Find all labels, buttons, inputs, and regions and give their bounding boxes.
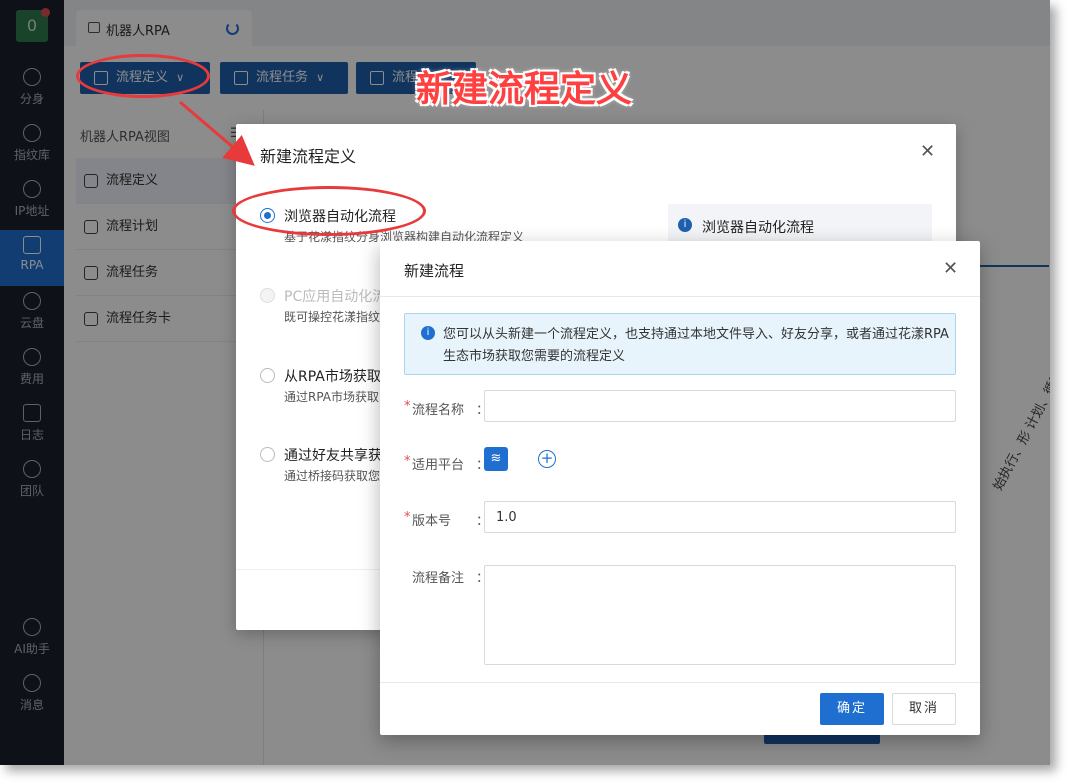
option-label: PC应用自动化流 bbox=[284, 289, 387, 305]
radio-button[interactable] bbox=[260, 368, 275, 383]
cancel-button[interactable]: 取消 bbox=[892, 693, 956, 725]
radio-button[interactable] bbox=[260, 447, 275, 462]
layers-icon[interactable]: ≋ bbox=[484, 447, 508, 471]
field-label: 版本号 bbox=[412, 514, 452, 529]
radio-button bbox=[260, 288, 275, 303]
confirm-button[interactable]: 确定 bbox=[820, 693, 884, 725]
process-name-input[interactable] bbox=[484, 390, 956, 422]
app-window: 0 分身 指纹库 IP地址 RPA 云盘 费用 日志 团队 AI助手 消息 机器… bbox=[0, 0, 1050, 765]
annotation-title: 新建流程定义 bbox=[416, 69, 633, 110]
option-desc: 既可操控花漾指纹 bbox=[284, 310, 381, 324]
annotation-ellipse-menu bbox=[76, 54, 210, 98]
dialog-title: 新建流程定义 bbox=[260, 147, 357, 166]
info-title: 浏览器自动化流程 bbox=[702, 220, 814, 236]
divider bbox=[380, 296, 980, 297]
dialog-title: 新建流程 bbox=[404, 262, 465, 280]
annotation-ellipse-option bbox=[232, 186, 426, 236]
info-icon: i bbox=[678, 218, 692, 232]
new-process-dialog: 新建流程 ✕ i 您可以从头新建一个流程定义，也支持通过本地文件导入、好友分享，… bbox=[380, 241, 980, 735]
option-label: 从RPA市场获取 bbox=[284, 369, 381, 385]
field-label: 流程名称 bbox=[412, 403, 465, 418]
info-icon: i bbox=[421, 326, 435, 340]
close-icon[interactable]: ✕ bbox=[943, 258, 958, 279]
divider bbox=[380, 682, 980, 683]
option-desc: 通过桥接码获取您 bbox=[284, 469, 381, 483]
info-alert: i 您可以从头新建一个流程定义，也支持通过本地文件导入、好友分享，或者通过花漾R… bbox=[404, 313, 956, 375]
option-label: 通过好友共享获 bbox=[284, 448, 382, 464]
add-platform-icon[interactable]: + bbox=[538, 450, 556, 468]
field-label: 流程备注 bbox=[412, 571, 465, 586]
option-info-panel: i 浏览器自动化流程 bbox=[668, 204, 932, 244]
field-label: 适用平台 bbox=[412, 458, 465, 473]
version-input[interactable] bbox=[484, 501, 956, 533]
close-icon[interactable]: ✕ bbox=[920, 141, 935, 162]
option-desc: 通过RPA市场获取 bbox=[284, 390, 380, 404]
process-remark-textarea[interactable] bbox=[484, 565, 956, 665]
alert-text: 您可以从头新建一个流程定义，也支持通过本地文件导入、好友分享，或者通过花漾RPA… bbox=[443, 327, 949, 364]
